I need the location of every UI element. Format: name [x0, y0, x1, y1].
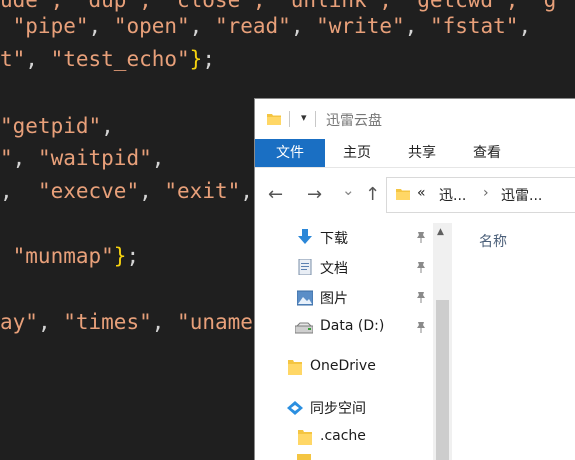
- sidebar-item-documents[interactable]: 文档: [255, 253, 433, 283]
- sync-space-icon: [287, 401, 303, 415]
- tab-home[interactable]: 主页: [335, 139, 379, 167]
- breadcrumb-item[interactable]: 迅雷...: [501, 185, 542, 205]
- column-header-name[interactable]: 名称: [479, 231, 507, 251]
- up-button[interactable]: ↑: [365, 184, 380, 205]
- code-line: ", "waitpid",: [0, 142, 164, 174]
- sidebar-item-data-drive[interactable]: Data (D:): [255, 313, 433, 343]
- sidebar-item-label: .cache: [320, 428, 366, 444]
- file-explorer-window[interactable]: ▾ 迅雷云盘 文件 主页 共享 查看 ← → ⌄ ↑ « 迅... › 迅雷..…: [254, 98, 575, 460]
- code-punctuation: ;: [126, 244, 140, 268]
- code-token: "getpid": [0, 114, 102, 138]
- sidebar-item-label: 同步空间: [310, 401, 366, 417]
- navigation-pane: 下载 文档 图片 Data (D:) OneDrive 同步空间 .cache: [255, 223, 433, 460]
- code-punctuation: ,: [240, 179, 253, 203]
- code-token: t": [0, 47, 26, 71]
- sidebar-scrollbar[interactable]: ▲: [433, 223, 452, 460]
- code-token: "uname": [177, 310, 266, 334]
- sidebar-item-onedrive[interactable]: OneDrive: [255, 353, 433, 383]
- code-token: "fstat": [429, 14, 519, 38]
- document-icon: [298, 259, 312, 275]
- code-punctuation: ,: [88, 14, 114, 38]
- sidebar-item-sync-space[interactable]: 同步空间: [255, 393, 433, 423]
- code-punctuation: ,: [12, 146, 38, 170]
- code-line: "munmap"};: [0, 240, 139, 272]
- code-token: "munmap": [0, 244, 114, 268]
- code-line: "getpid",: [0, 110, 114, 142]
- code-punctuation: ,: [37, 310, 64, 334]
- code-token: "times": [63, 310, 152, 334]
- code-punctuation: ,: [151, 310, 178, 334]
- tab-file[interactable]: 文件: [255, 139, 325, 167]
- code-token: ay": [0, 310, 38, 334]
- breadcrumb-separator[interactable]: ›: [483, 185, 489, 201]
- pin-icon[interactable]: [415, 321, 427, 333]
- code-token: ": [0, 146, 13, 170]
- code-token: "waitpid": [37, 146, 152, 170]
- code-punctuation: ,: [290, 14, 317, 38]
- folder-icon: [396, 189, 410, 200]
- title-separator: [315, 111, 316, 127]
- folder-icon: [267, 114, 281, 125]
- code-token: "execve": [37, 179, 140, 203]
- sidebar-item-pictures[interactable]: 图片: [255, 283, 433, 313]
- window-title: 迅雷云盘: [326, 113, 382, 129]
- ribbon-tabs: 文件 主页 共享 查看: [255, 139, 575, 168]
- sidebar-item-downloads[interactable]: 下载: [255, 223, 433, 253]
- back-button[interactable]: ←: [268, 184, 283, 205]
- code-punctuation: ,: [25, 47, 51, 71]
- code-line: , "execve", "exit",: [0, 175, 253, 207]
- code-punctuation: }: [113, 244, 127, 268]
- address-overflow[interactable]: «: [417, 185, 426, 201]
- folder-icon: [297, 454, 311, 460]
- sidebar-item-label: 文档: [320, 261, 348, 277]
- title-bar[interactable]: ▾ 迅雷云盘: [255, 99, 575, 139]
- scroll-up-arrow-icon[interactable]: ▲: [437, 227, 444, 237]
- code-punctuation: ,: [0, 179, 38, 203]
- pin-icon[interactable]: [415, 231, 427, 243]
- tab-view[interactable]: 查看: [465, 139, 509, 167]
- quick-access-dropdown-icon[interactable]: ▾: [301, 111, 307, 124]
- code-punctuation: ,: [518, 14, 532, 38]
- title-separator: [289, 111, 290, 127]
- code-token: "write": [316, 14, 405, 38]
- code-token: "read": [214, 14, 291, 38]
- code-punctuation: ,: [139, 179, 165, 203]
- code-punctuation: ;: [202, 47, 215, 71]
- download-icon: [298, 229, 312, 244]
- breadcrumb-item[interactable]: 迅...: [439, 185, 466, 205]
- sidebar-item-label: 图片: [320, 291, 348, 307]
- code-punctuation: ,: [404, 14, 430, 38]
- address-bar[interactable]: « 迅... › 迅雷...: [386, 177, 575, 213]
- code-token: "test_echo": [50, 47, 190, 71]
- sidebar-item-label: Data (D:): [320, 318, 385, 334]
- folder-icon: [298, 430, 312, 445]
- scrollbar-thumb[interactable]: [436, 300, 449, 460]
- code-line: ay", "times", "uname": [0, 306, 266, 338]
- code-line: "pipe", "open", "read", "write", "fstat"…: [0, 10, 531, 42]
- code-token: "pipe": [0, 14, 89, 38]
- sidebar-item-label: OneDrive: [310, 358, 376, 374]
- sidebar-item-label: 下载: [320, 231, 348, 247]
- code-token: "exit": [164, 179, 241, 203]
- forward-button[interactable]: →: [307, 184, 322, 205]
- drive-icon: [295, 322, 313, 334]
- pin-icon[interactable]: [415, 291, 427, 303]
- tab-share[interactable]: 共享: [400, 139, 444, 167]
- code-punctuation: ,: [101, 114, 114, 138]
- code-punctuation: ,: [151, 146, 165, 170]
- code-line: t", "test_echo"};: [0, 43, 215, 75]
- recent-locations-button[interactable]: ⌄: [342, 181, 355, 199]
- code-token: "open": [113, 14, 190, 38]
- picture-icon: [297, 290, 313, 306]
- file-list-pane[interactable]: 名称: [452, 223, 575, 460]
- pin-icon[interactable]: [415, 261, 427, 273]
- sidebar-item-cache[interactable]: .cache: [255, 423, 433, 453]
- code-punctuation: ,: [189, 14, 215, 38]
- folder-icon: [288, 360, 302, 375]
- code-punctuation: }: [189, 47, 203, 71]
